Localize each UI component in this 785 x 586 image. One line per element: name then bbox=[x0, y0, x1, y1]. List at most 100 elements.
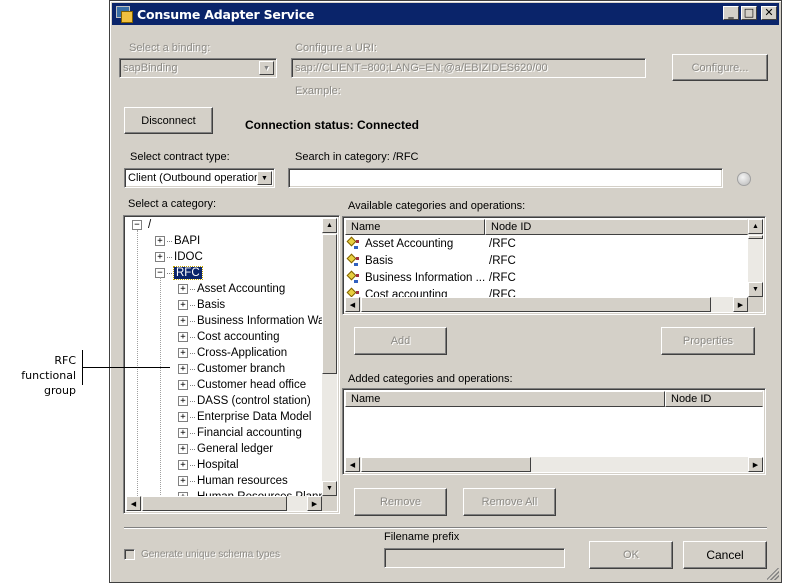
tree-node-label[interactable]: Asset Accounting bbox=[197, 283, 285, 295]
tree-node[interactable]: + General ledger bbox=[178, 441, 273, 457]
tree-node-label[interactable]: Customer head office bbox=[197, 379, 306, 391]
tree-node-label[interactable]: Customer branch bbox=[197, 363, 285, 375]
tree-node-label[interactable]: Basis bbox=[197, 299, 225, 311]
tree-vscroll-thumb[interactable] bbox=[322, 234, 337, 374]
remove-all-button[interactable]: Remove All bbox=[463, 488, 556, 516]
configure-button[interactable]: Configure... bbox=[672, 54, 768, 81]
available-vertical-scrollbar[interactable]: ▲ ▼ bbox=[748, 219, 763, 297]
tree-node[interactable]: + Financial accounting bbox=[178, 425, 302, 441]
scroll-up-arrow-icon[interactable]: ▲ bbox=[322, 218, 337, 233]
tree-node[interactable]: + Basis bbox=[178, 297, 225, 313]
available-list[interactable]: Name Node ID Asset Accounting/RFC Basis/R… bbox=[342, 216, 766, 315]
tree-node-label[interactable]: Financial accounting bbox=[197, 427, 302, 439]
tree-node-label[interactable]: BAPI bbox=[174, 235, 200, 247]
scroll-right-arrow-icon[interactable]: ▶ bbox=[307, 496, 322, 511]
properties-button[interactable]: Properties bbox=[661, 327, 755, 355]
tree-node[interactable]: + Human resources bbox=[178, 473, 288, 489]
collapse-icon[interactable]: − bbox=[132, 220, 142, 230]
expand-icon[interactable]: + bbox=[178, 364, 188, 374]
scroll-left-arrow-icon[interactable]: ◀ bbox=[345, 297, 360, 312]
resize-grip-icon[interactable] bbox=[767, 568, 779, 580]
expand-icon[interactable]: + bbox=[178, 460, 188, 470]
tree-vertical-scrollbar[interactable]: ▲ ▼ bbox=[322, 218, 337, 496]
available-list-row[interactable]: Asset Accounting/RFC bbox=[346, 235, 748, 252]
added-list[interactable]: Name Node ID ◀ ▶ bbox=[342, 388, 766, 475]
expand-icon[interactable]: + bbox=[178, 476, 188, 486]
tree-node[interactable]: − / bbox=[132, 217, 151, 233]
close-button[interactable]: ✕ bbox=[761, 6, 777, 20]
tree-node-label[interactable]: General ledger bbox=[197, 443, 273, 455]
available-horizontal-scrollbar[interactable]: ◀ ▶ bbox=[345, 297, 748, 312]
tree-hscroll-thumb[interactable] bbox=[142, 496, 287, 511]
tree-node-label[interactable]: Enterprise Data Model bbox=[197, 411, 311, 423]
ok-button[interactable]: OK bbox=[589, 541, 673, 569]
tree-node-label[interactable]: RFC bbox=[173, 266, 203, 280]
contract-dropdown-arrow-icon[interactable]: ▼ bbox=[257, 171, 272, 185]
available-hscroll-thumb[interactable] bbox=[361, 297, 711, 312]
tree-node[interactable]: + Customer branch bbox=[178, 361, 285, 377]
tree-node-label[interactable]: Hospital bbox=[197, 459, 239, 471]
expand-icon[interactable]: + bbox=[178, 348, 188, 358]
filename-prefix-input[interactable] bbox=[384, 548, 565, 568]
expand-icon[interactable]: + bbox=[178, 332, 188, 342]
added-col-name[interactable]: Name bbox=[345, 391, 665, 407]
scroll-left-arrow-icon[interactable]: ◀ bbox=[345, 457, 360, 472]
tree-node[interactable]: + DASS (control station) bbox=[178, 393, 311, 409]
scroll-up-arrow-icon[interactable]: ▲ bbox=[748, 219, 763, 234]
title-bar[interactable]: Consume Adapter Service _ □ ✕ bbox=[112, 3, 779, 25]
expand-icon[interactable]: + bbox=[155, 252, 165, 262]
tree-node-label[interactable]: Business Information Warehouse bbox=[197, 315, 322, 327]
tree-node[interactable]: − RFC bbox=[155, 265, 203, 281]
expand-icon[interactable]: + bbox=[178, 380, 188, 390]
binding-dropdown-arrow-icon[interactable]: ▼ bbox=[259, 61, 274, 75]
expand-icon[interactable]: + bbox=[155, 236, 165, 246]
binding-select[interactable]: sapBinding ▼ bbox=[119, 58, 277, 78]
minimize-button[interactable]: _ bbox=[723, 6, 739, 20]
scroll-right-arrow-icon[interactable]: ▶ bbox=[748, 457, 763, 472]
available-list-row[interactable]: Cost accounting/RFC bbox=[346, 286, 748, 297]
expand-icon[interactable]: + bbox=[178, 444, 188, 454]
added-col-node-id[interactable]: Node ID bbox=[665, 391, 763, 407]
tree-horizontal-scrollbar[interactable]: ◀ ▶ bbox=[126, 496, 322, 511]
unique-schema-checkbox[interactable] bbox=[124, 549, 135, 560]
added-hscroll-thumb[interactable] bbox=[361, 457, 531, 472]
available-list-row[interactable]: Basis/RFC bbox=[346, 252, 748, 269]
tree-node-label[interactable]: Cost accounting bbox=[197, 331, 279, 343]
available-col-node-id[interactable]: Node ID bbox=[485, 219, 748, 235]
tree-node[interactable]: + Business Information Warehouse bbox=[178, 313, 322, 329]
expand-icon[interactable]: + bbox=[178, 284, 188, 294]
tree-node[interactable]: + Cost accounting bbox=[178, 329, 279, 345]
tree-node-label[interactable]: DASS (control station) bbox=[197, 395, 311, 407]
tree-node[interactable]: + BAPI bbox=[155, 233, 200, 249]
tree-node[interactable]: +Human Resources Planning bbox=[178, 489, 322, 496]
expand-icon[interactable]: + bbox=[178, 300, 188, 310]
scroll-right-arrow-icon[interactable]: ▶ bbox=[733, 297, 748, 312]
remove-button[interactable]: Remove bbox=[354, 488, 447, 516]
tree-node-label[interactable]: Human resources bbox=[197, 475, 288, 487]
available-vscroll-thumb[interactable] bbox=[748, 235, 763, 239]
scroll-down-arrow-icon[interactable]: ▼ bbox=[322, 481, 337, 496]
search-go-icon[interactable] bbox=[737, 172, 751, 186]
available-col-name[interactable]: Name bbox=[345, 219, 485, 235]
tree-node[interactable]: + Customer head office bbox=[178, 377, 306, 393]
tree-node-label[interactable]: Cross-Application bbox=[197, 347, 287, 359]
scroll-left-arrow-icon[interactable]: ◀ bbox=[126, 496, 141, 511]
available-list-row[interactable]: Business Information .../RFC bbox=[346, 269, 748, 286]
maximize-button[interactable]: □ bbox=[741, 6, 757, 20]
category-tree[interactable]: − / + BAPI + IDOC − RFC + Asset Accounting + Basis +… bbox=[123, 215, 340, 514]
tree-node[interactable]: + Cross-Application bbox=[178, 345, 287, 361]
tree-node[interactable]: + IDOC bbox=[155, 249, 203, 265]
scroll-down-arrow-icon[interactable]: ▼ bbox=[748, 282, 763, 297]
expand-icon[interactable]: + bbox=[178, 428, 188, 438]
disconnect-button[interactable]: Disconnect bbox=[124, 107, 213, 134]
cancel-button[interactable]: Cancel bbox=[683, 541, 767, 569]
expand-icon[interactable]: + bbox=[178, 396, 188, 406]
tree-node[interactable]: + Enterprise Data Model bbox=[178, 409, 311, 425]
add-button[interactable]: Add bbox=[354, 327, 447, 355]
expand-icon[interactable]: + bbox=[178, 412, 188, 422]
expand-icon[interactable]: + bbox=[178, 316, 188, 326]
search-input[interactable] bbox=[288, 168, 723, 188]
tree-node-label[interactable]: / bbox=[148, 219, 151, 231]
tree-node-label[interactable]: IDOC bbox=[174, 251, 203, 263]
uri-input[interactable]: sap://CLIENT=800;LANG=EN;@a/EBIZIDES620/… bbox=[291, 58, 646, 78]
